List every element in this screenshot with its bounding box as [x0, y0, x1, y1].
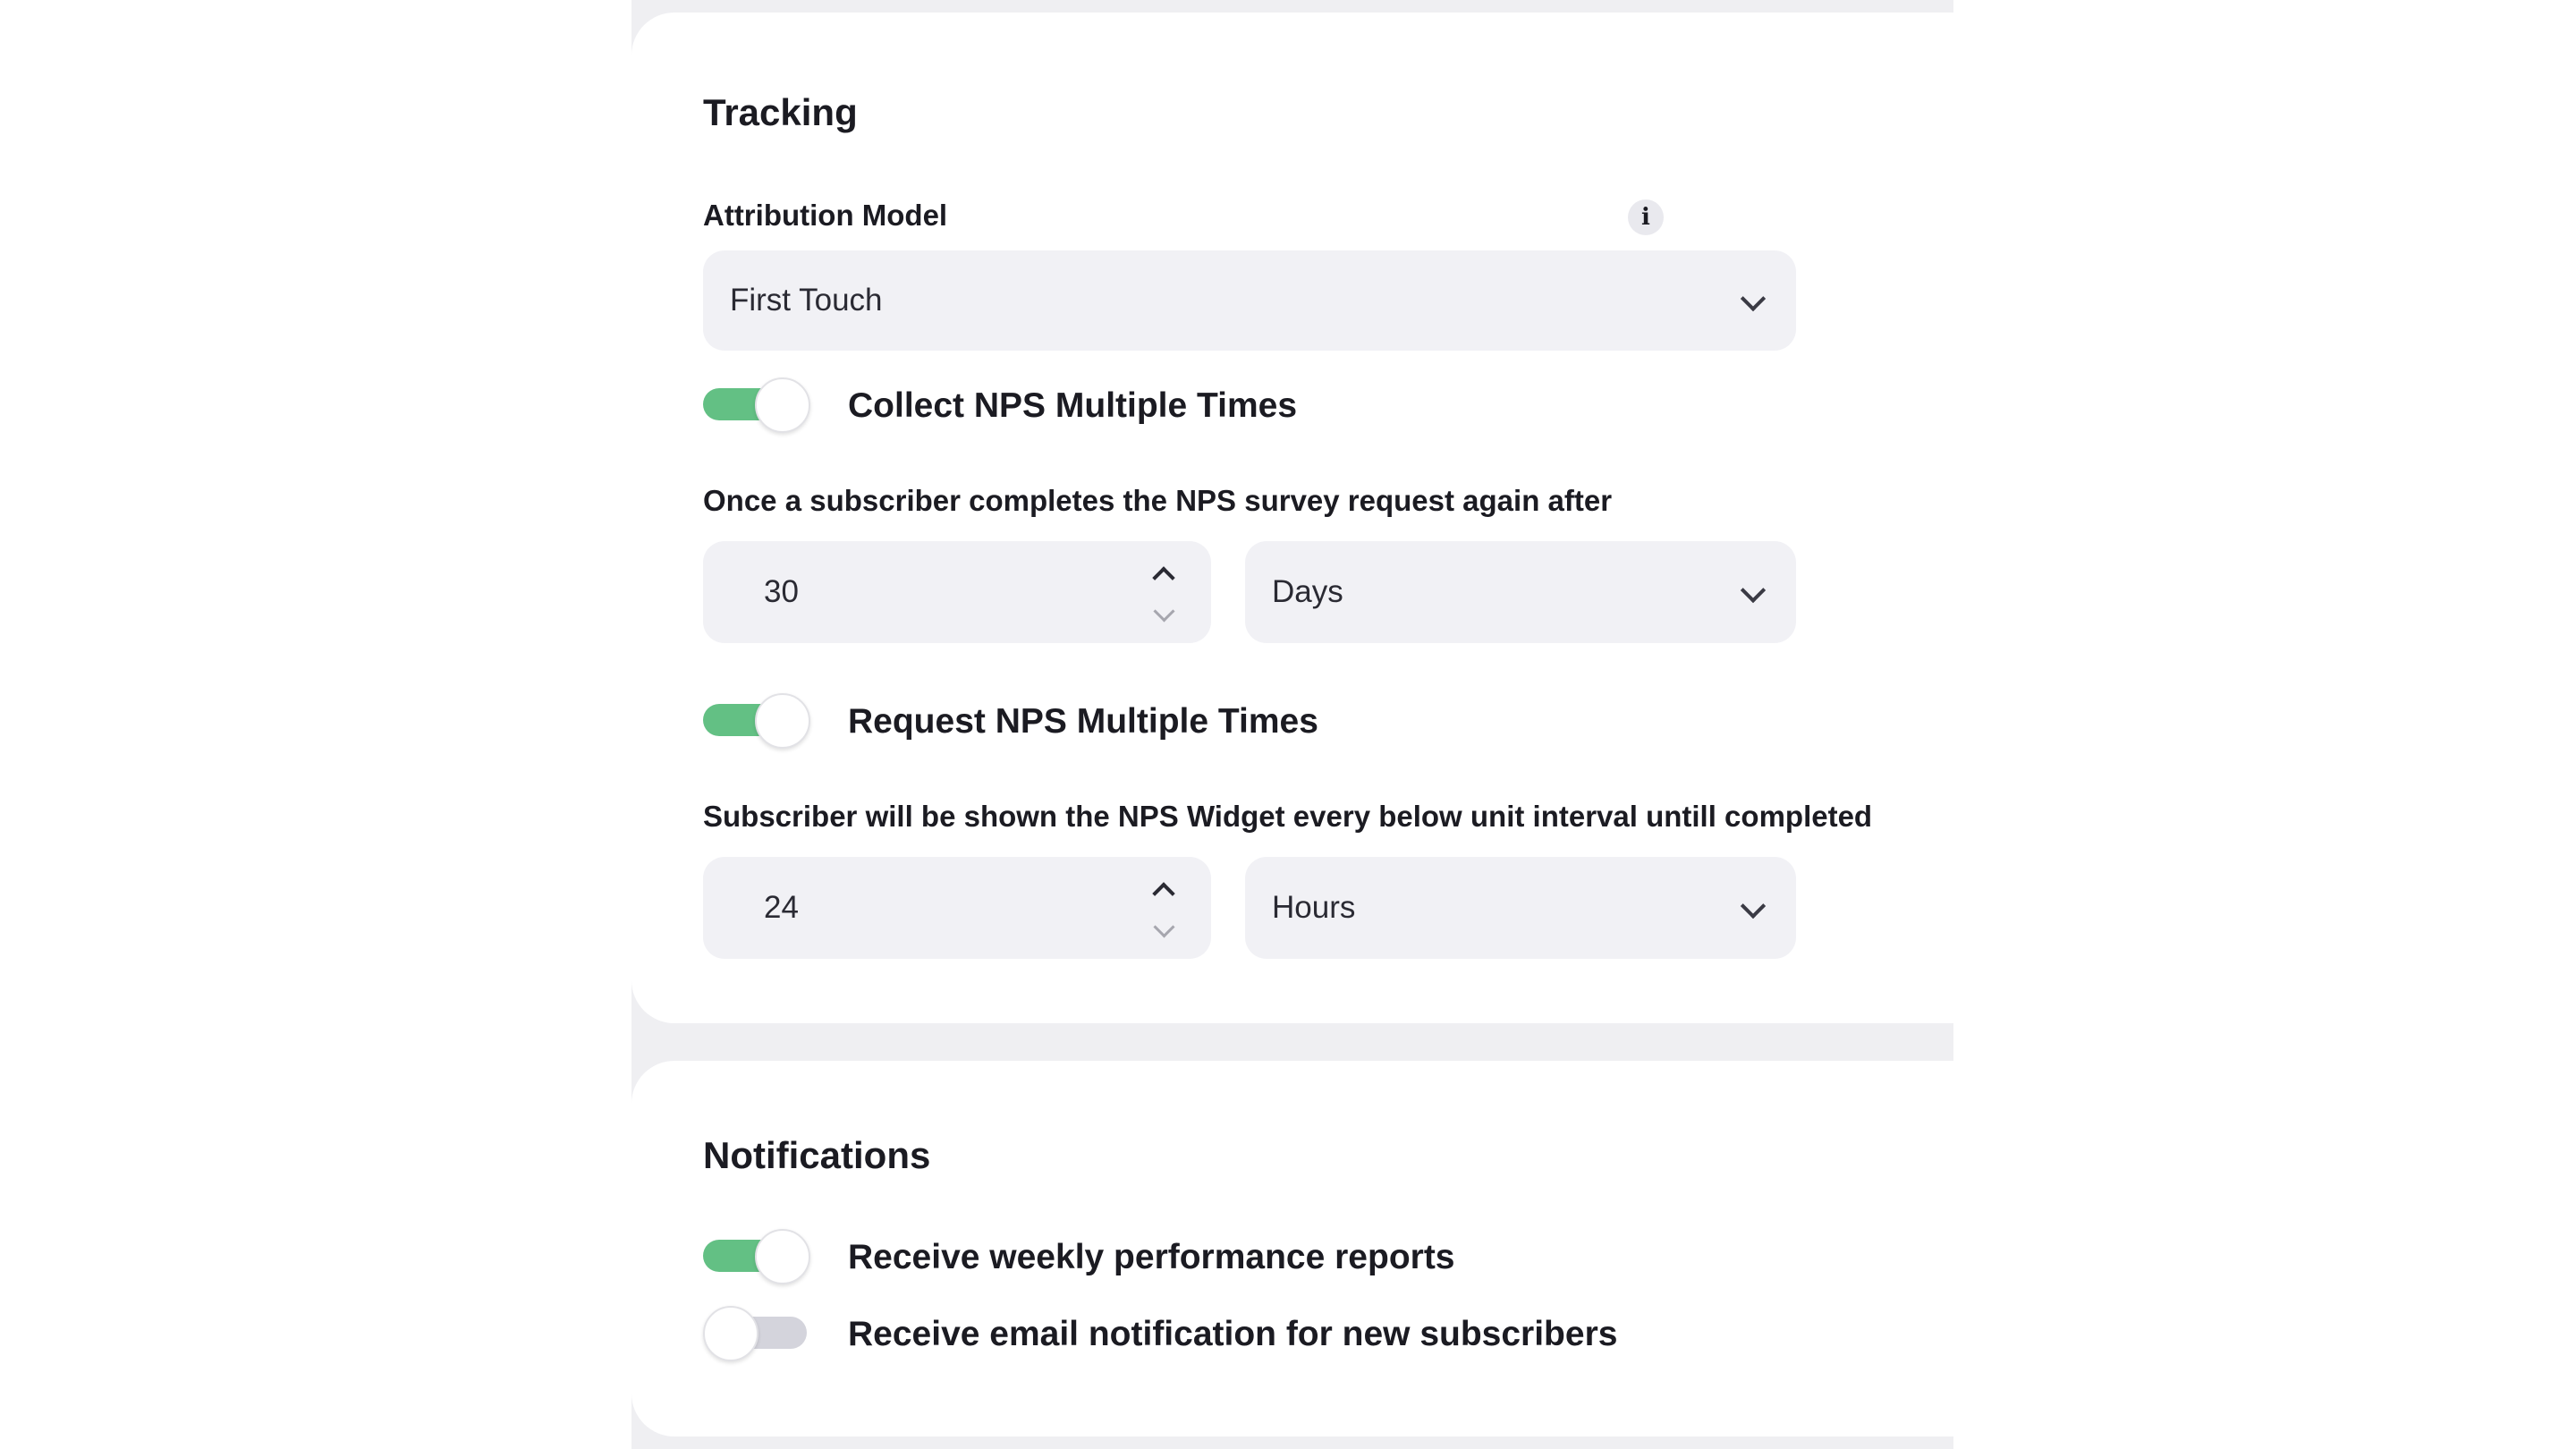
request-unit-value: Hours [1272, 890, 1356, 925]
chevron-down-icon [1740, 577, 1767, 604]
notifications-title: Notifications [703, 1134, 931, 1176]
weekly-reports-label: Receive weekly performance reports [848, 1238, 1455, 1276]
toggle-knob [755, 693, 810, 749]
new-subscribers-label: Receive email notification for new subsc… [848, 1315, 1618, 1353]
request-nps-label: Request NPS Multiple Times [848, 702, 1318, 741]
increment-icon[interactable] [1152, 566, 1175, 589]
request-interval-value: 24 [764, 890, 799, 925]
new-subscribers-toggle[interactable] [703, 1306, 807, 1361]
attribution-model-label: Attribution Model [703, 199, 948, 232]
collect-nps-description: Once a subscriber completes the NPS surv… [703, 484, 1613, 517]
decrement-icon[interactable] [1153, 600, 1175, 623]
collect-unit-value: Days [1272, 574, 1343, 609]
info-icon[interactable]: i [1628, 199, 1664, 235]
request-nps-toggle[interactable] [703, 693, 810, 749]
chevron-down-icon [1740, 285, 1767, 312]
request-interval-input[interactable]: 24 [703, 857, 1211, 959]
tracking-card: Tracking Attribution Model i First Touch… [631, 13, 1953, 1023]
chevron-down-icon [1740, 893, 1767, 919]
notifications-card: Notifications Receive weekly performance… [631, 1061, 1953, 1436]
attribution-model-select[interactable]: First Touch [703, 250, 1796, 351]
increment-icon[interactable] [1152, 882, 1175, 905]
collect-interval-input[interactable]: 30 [703, 541, 1211, 643]
decrement-icon[interactable] [1153, 916, 1175, 938]
attribution-model-value: First Touch [730, 283, 883, 318]
collect-nps-toggle[interactable] [703, 377, 810, 433]
collect-interval-value: 30 [764, 574, 799, 609]
toggle-knob [755, 1229, 810, 1284]
tracking-title: Tracking [703, 91, 858, 133]
weekly-reports-toggle[interactable] [703, 1229, 810, 1284]
collect-nps-label: Collect NPS Multiple Times [848, 386, 1298, 425]
toggle-knob [755, 377, 810, 433]
collect-unit-select[interactable]: Days [1245, 541, 1796, 643]
request-nps-description: Subscriber will be shown the NPS Widget … [703, 800, 1873, 833]
toggle-knob [703, 1306, 758, 1361]
request-unit-select[interactable]: Hours [1245, 857, 1796, 959]
